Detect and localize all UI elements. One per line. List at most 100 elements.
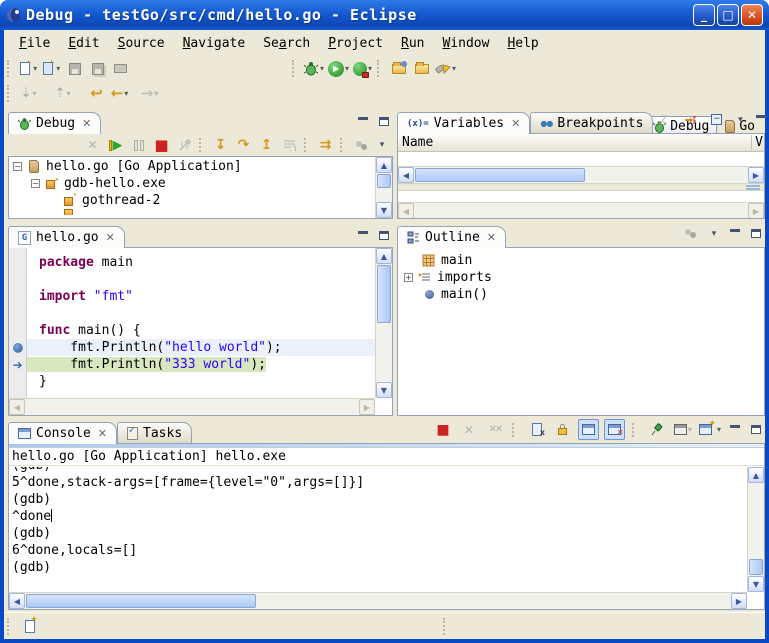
variables-detail-pane[interactable] bbox=[398, 191, 764, 202]
clear-console-button[interactable]: x bbox=[526, 419, 547, 440]
collapse-all-button[interactable]: − bbox=[706, 109, 727, 130]
tab-debug[interactable]: Debug ✕ bbox=[8, 112, 101, 134]
debug-tree-item-process[interactable]: − ↗ gdb-hello.exe bbox=[13, 175, 375, 192]
close-tab-icon[interactable]: ✕ bbox=[82, 118, 91, 129]
remove-terminated-button[interactable]: ✕ bbox=[82, 135, 103, 156]
expand-toggle-icon[interactable]: + bbox=[404, 273, 413, 282]
code-area[interactable]: package main import "fmt" func main() { … bbox=[9, 248, 375, 398]
close-tab-icon[interactable]: ✕ bbox=[98, 428, 107, 439]
forward-button[interactable]: →▾ bbox=[139, 83, 160, 104]
tab-outline[interactable]: Outline ✕ bbox=[397, 226, 506, 248]
resume-button[interactable]: ▶ bbox=[105, 135, 126, 156]
step-return-button[interactable]: ↥ bbox=[256, 135, 277, 156]
maximize-view-button[interactable] bbox=[375, 227, 393, 244]
open-type-button[interactable] bbox=[388, 58, 409, 79]
menu-project[interactable]: Project bbox=[319, 34, 392, 53]
console-vertical-scrollbar[interactable]: ▲ ▼ bbox=[747, 467, 764, 592]
save-all-button[interactable] bbox=[87, 58, 108, 79]
terminate-button[interactable]: ■ bbox=[151, 135, 172, 156]
print-button[interactable] bbox=[110, 58, 131, 79]
debug-tree-item-thread[interactable]: ° gothread-2 bbox=[13, 192, 375, 209]
scrollbar-thumb[interactable] bbox=[749, 559, 763, 575]
drop-to-frame-button[interactable] bbox=[279, 135, 300, 156]
close-window-button[interactable]: ✕ bbox=[741, 4, 763, 26]
editor-vertical-scrollbar[interactable]: ▲ ▼ bbox=[375, 248, 392, 398]
show-stdout-button[interactable] bbox=[578, 419, 599, 440]
console-output[interactable]: (gdb) 5^done,stack-args=[frame={level="0… bbox=[9, 467, 747, 592]
previous-annotation-button[interactable]: ⇡▾ bbox=[52, 83, 73, 104]
open-resource-button[interactable] bbox=[411, 58, 432, 79]
editor-horizontal-scrollbar[interactable]: ◀ ▶ bbox=[9, 398, 375, 415]
tab-breakpoints[interactable]: ●● Breakpoints bbox=[530, 112, 653, 134]
external-tools-button[interactable]: ▾ bbox=[352, 58, 373, 79]
collapse-toggle-icon[interactable]: − bbox=[31, 179, 40, 188]
toolbar-gripper[interactable] bbox=[377, 60, 382, 77]
debug-launch-button[interactable]: ▾ bbox=[303, 58, 325, 79]
remove-launch-button[interactable]: ✕ bbox=[458, 419, 479, 440]
show-stderr-button[interactable]: ✕ bbox=[604, 419, 625, 440]
debug-misc-button[interactable] bbox=[351, 135, 372, 156]
outline-sort-button[interactable] bbox=[680, 223, 701, 244]
current-debug-line[interactable]: ➔ fmt.Println("333 world"); bbox=[9, 356, 375, 373]
maximize-view-button[interactable] bbox=[375, 113, 393, 130]
console-horizontal-scrollbar[interactable]: ◀ ▶ bbox=[9, 592, 747, 609]
toolbar-gripper[interactable] bbox=[7, 60, 12, 77]
outline-item-main-func[interactable]: main() bbox=[404, 286, 764, 303]
disconnect-button[interactable] bbox=[174, 135, 195, 156]
minimize-window-button[interactable]: _ bbox=[693, 4, 715, 26]
tab-editor-hello-go[interactable]: G hello.go ✕ bbox=[8, 226, 125, 248]
menu-navigate[interactable]: Navigate bbox=[174, 34, 255, 53]
gutter[interactable] bbox=[9, 254, 27, 271]
scrollbar-thumb[interactable] bbox=[415, 168, 585, 182]
gutter[interactable] bbox=[9, 305, 27, 322]
step-into-button[interactable]: ↧ bbox=[210, 135, 231, 156]
menu-file[interactable]: File bbox=[10, 34, 59, 53]
variables-tree-empty[interactable] bbox=[398, 152, 764, 166]
view-menu-button[interactable]: ▾ bbox=[373, 137, 391, 154]
scroll-up-icon[interactable]: ▲ bbox=[748, 467, 764, 483]
menu-window[interactable]: Window bbox=[433, 34, 498, 53]
minimize-view-button[interactable] bbox=[354, 227, 372, 244]
search-button[interactable]: ▾ bbox=[434, 58, 457, 79]
toolbar-gripper[interactable] bbox=[7, 85, 12, 102]
view-menu-button[interactable]: ▾ bbox=[705, 225, 723, 242]
gutter[interactable] bbox=[9, 390, 27, 398]
scrollbar-thumb[interactable] bbox=[377, 265, 391, 323]
scroll-down-icon[interactable]: ▼ bbox=[376, 202, 392, 218]
scroll-right-icon[interactable]: ▶ bbox=[748, 167, 764, 183]
maximize-view-button[interactable] bbox=[747, 421, 765, 438]
debug-tree-vertical-scrollbar[interactable]: ▲ ▼ bbox=[375, 157, 392, 218]
new-wizard-button[interactable]: ✦▾ bbox=[18, 58, 39, 79]
menu-source[interactable]: Source bbox=[109, 34, 174, 53]
back-button[interactable]: ←▾ bbox=[109, 83, 130, 104]
gutter[interactable]: ➔ bbox=[9, 356, 27, 373]
menu-search[interactable]: Search bbox=[254, 34, 319, 53]
use-step-filters-button[interactable]: ⇉ bbox=[315, 135, 336, 156]
scroll-right-icon[interactable]: ▶ bbox=[731, 593, 747, 609]
save-button[interactable] bbox=[64, 58, 85, 79]
scroll-up-icon[interactable]: ▲ bbox=[376, 157, 392, 173]
minimize-view-button[interactable] bbox=[752, 111, 769, 128]
open-console-button[interactable]: ✦▾ bbox=[698, 419, 722, 440]
detail-pane-sash[interactable] bbox=[398, 183, 764, 191]
outline-item-imports[interactable]: + imports bbox=[404, 269, 764, 286]
debug-tree-item-launch[interactable]: − hello.go [Go Application] bbox=[13, 158, 375, 175]
tab-tasks[interactable]: ✓ Tasks bbox=[117, 422, 192, 444]
fast-view-button[interactable]: ✦ bbox=[21, 616, 42, 637]
next-annotation-button[interactable]: ⇣▾ bbox=[18, 83, 39, 104]
pin-console-button[interactable] bbox=[646, 419, 667, 440]
menu-help[interactable]: Help bbox=[498, 34, 547, 53]
gutter[interactable] bbox=[9, 271, 27, 288]
display-selected-console-button[interactable]: ▾ bbox=[672, 419, 693, 440]
close-tab-icon[interactable]: ✕ bbox=[511, 118, 520, 129]
gutter[interactable] bbox=[9, 322, 27, 339]
gutter[interactable] bbox=[9, 339, 27, 356]
scroll-lock-button[interactable] bbox=[552, 419, 573, 440]
menu-edit[interactable]: Edit bbox=[59, 34, 108, 53]
collapse-toggle-icon[interactable]: − bbox=[13, 162, 22, 171]
breakpoint-line[interactable]: fmt.Println("hello world"); bbox=[9, 339, 375, 356]
variables-horizontal-scrollbar[interactable]: ◀ ▶ bbox=[398, 166, 764, 183]
scrollbar-thumb[interactable] bbox=[26, 594, 256, 608]
tab-variables[interactable]: (x)= Variables ✕ bbox=[397, 112, 530, 134]
maximize-window-button[interactable]: □ bbox=[717, 4, 739, 26]
